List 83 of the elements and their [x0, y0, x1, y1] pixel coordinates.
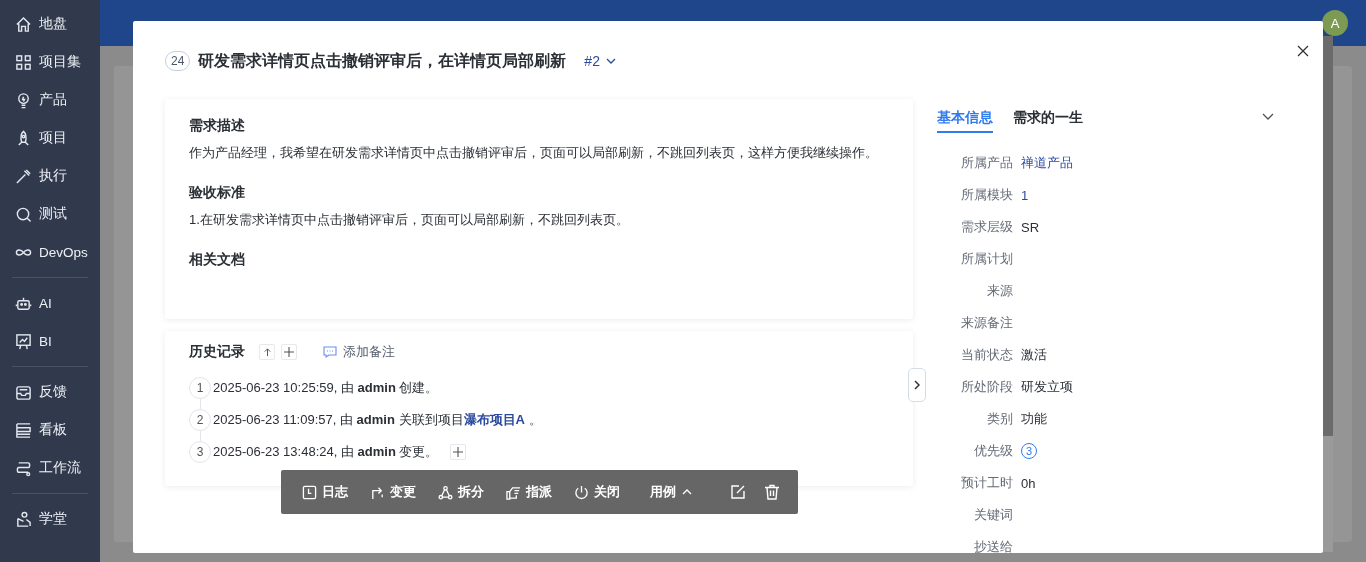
toolbar-button[interactable]: 指派	[501, 479, 557, 505]
field-label: 优先级	[973, 442, 1013, 460]
tab[interactable]: 基本信息	[937, 109, 993, 133]
scrollbar[interactable]	[1323, 36, 1333, 552]
sidebar-item[interactable]: BI	[0, 322, 100, 360]
sidebar-item[interactable]: 反馈	[0, 373, 100, 411]
sidebar-item[interactable]: 执行	[0, 157, 100, 195]
field-label: 需求层级	[960, 218, 1013, 236]
history-entry: 2025-06-23 13:48:24, 由 admin 变更。	[213, 443, 439, 461]
field-value: SR	[1021, 219, 1040, 235]
story-title: 研发需求详情页点击撤销评审后，在详情页局部刷新	[198, 50, 567, 71]
sidebar-item[interactable]: 产品	[0, 81, 100, 119]
sidebar-item[interactable]: AI	[0, 284, 100, 322]
rocket-icon	[15, 129, 32, 147]
history-entry: 2025-06-23 11:09:57, 由 admin 关联到项目瀑布项目A 。	[213, 411, 542, 429]
clock-icon	[302, 484, 317, 500]
chevron-right-icon	[914, 380, 920, 390]
bulb-icon	[15, 91, 32, 109]
toolbar-button[interactable]: 变更	[365, 479, 421, 505]
entry-number: 2	[189, 409, 211, 431]
field-label: 当前状态	[960, 346, 1013, 364]
sort-up-icon[interactable]	[259, 344, 275, 360]
comment-icon	[323, 346, 337, 358]
chevron-up-icon	[682, 489, 692, 495]
field-value: 0h	[1021, 475, 1036, 491]
field-label: 来源备注	[960, 314, 1013, 332]
magnifier-icon	[15, 205, 32, 223]
house-icon	[15, 15, 32, 33]
field-value: 研发立项	[1021, 378, 1073, 396]
project-link[interactable]: 瀑布项目A	[463, 412, 525, 427]
sidebar-item[interactable]: 测试	[0, 195, 100, 233]
entry-number: 1	[189, 377, 211, 399]
section-text: 1.在研发需求详情页中点击撤销评审后，页面可以局部刷新，不跳回列表页。	[189, 211, 630, 229]
version-dropdown[interactable]: #2	[580, 51, 620, 71]
toolbar-button[interactable]: 拆分	[433, 479, 489, 505]
expand-icon[interactable]	[450, 444, 467, 460]
close-icon[interactable]	[1295, 43, 1311, 59]
field-label: 所属模块	[960, 186, 1013, 204]
inbox-icon	[15, 383, 32, 401]
grid-icon	[15, 53, 32, 71]
sidebar-item[interactable]: 项目集	[0, 43, 100, 81]
expand-all-icon[interactable]	[281, 344, 297, 360]
split-icon	[438, 484, 453, 500]
sidebar-item[interactable]: 看板	[0, 411, 100, 449]
section-text: 作为产品经理，我希望在研发需求详情页中点击撤销评审后，页面可以局部刷新，不跳回列表页，这样方便我继续操作。	[189, 144, 879, 162]
field-value: 激活	[1021, 346, 1047, 364]
entry-number: 3	[189, 441, 211, 463]
tab[interactable]: 需求的一生	[1013, 109, 1083, 133]
section-heading: 相关文档	[189, 251, 246, 269]
sidebar-item[interactable]: 项目	[0, 119, 100, 157]
toolbar-button[interactable]: 日志	[297, 479, 353, 505]
learner-icon	[15, 510, 32, 528]
hand-icon	[506, 484, 521, 500]
sidebar-item[interactable]: 工作流	[0, 449, 100, 487]
history-title: 历史记录	[189, 343, 245, 361]
collapse-toggle[interactable]	[908, 368, 926, 402]
sidebar-item[interactable]: DevOps	[0, 233, 100, 271]
sidebar-item[interactable]: 学堂	[0, 500, 100, 538]
sidebar-item[interactable]: 地盘	[0, 5, 100, 43]
section-heading: 验收标准	[189, 184, 246, 202]
flow-icon	[15, 459, 32, 477]
section-heading: 需求描述	[189, 117, 246, 135]
field-label: 抄送给	[973, 538, 1013, 556]
history-entry: 2025-06-23 10:25:59, 由 admin 创建。	[213, 379, 439, 397]
field-label: 所属产品	[960, 154, 1013, 172]
field-label: 预计工时	[960, 474, 1013, 492]
field-label: 关键词	[973, 506, 1013, 524]
field-label: 所属计划	[960, 250, 1013, 268]
field-value: 功能	[1021, 410, 1047, 428]
case-menu-button[interactable]: 用例	[645, 479, 697, 505]
add-note-link[interactable]: 添加备注	[323, 343, 395, 361]
field-link[interactable]: 1	[1021, 187, 1029, 203]
board-icon	[15, 421, 32, 439]
chart-board-icon	[15, 332, 32, 350]
chevron-down-icon	[605, 58, 616, 64]
chevron-down-icon[interactable]	[1262, 113, 1274, 121]
power-icon	[574, 484, 589, 500]
wand-icon	[15, 167, 32, 185]
field-label: 所处阶段	[960, 378, 1013, 396]
field-label: 来源	[986, 282, 1013, 300]
field-link[interactable]: 禅道产品	[1021, 154, 1073, 172]
toolbar-button[interactable]: 关闭	[569, 479, 625, 505]
field-label: 类别	[986, 410, 1013, 428]
